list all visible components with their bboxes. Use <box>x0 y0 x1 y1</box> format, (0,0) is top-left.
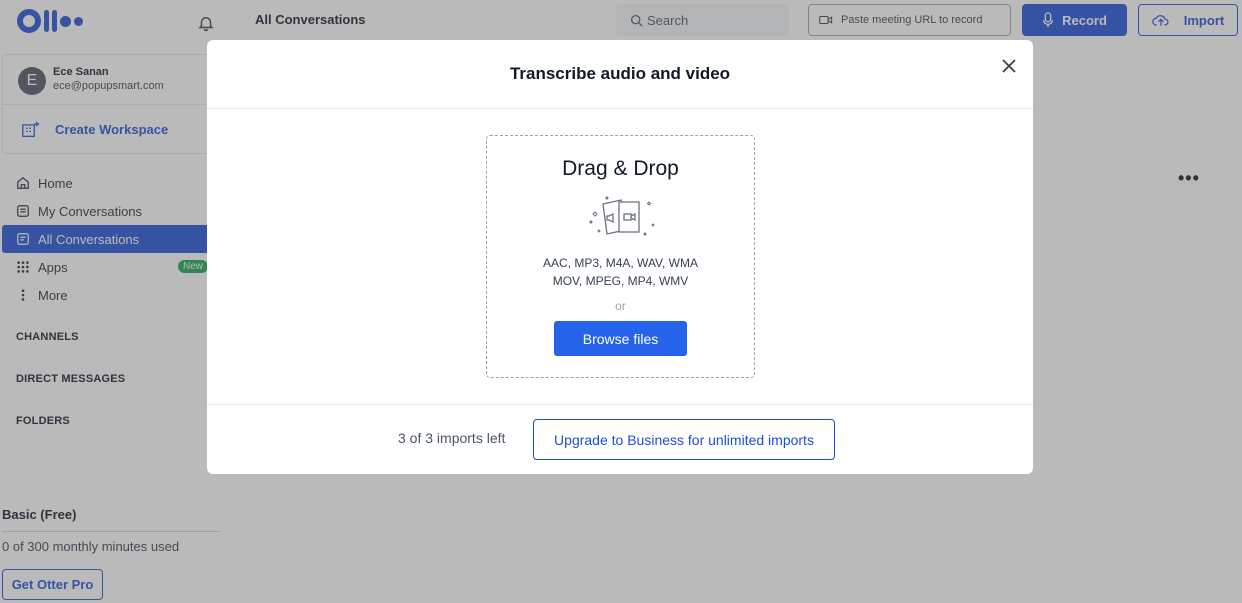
divider <box>207 108 1033 109</box>
upgrade-business-button[interactable]: Upgrade to Business for unlimited import… <box>533 419 835 460</box>
audio-formats: AAC, MP3, M4A, WAV, WMA <box>543 256 698 270</box>
transcribe-modal: Transcribe audio and video Drag & Drop A… <box>207 40 1033 474</box>
dropzone-title: Drag & Drop <box>562 157 679 180</box>
file-dropzone[interactable]: Drag & Drop AAC, MP3, M4A, WAV, WMA MOV,… <box>486 135 755 378</box>
imports-remaining: 3 of 3 imports left <box>398 430 506 446</box>
media-files-icon <box>589 196 655 236</box>
video-formats: MOV, MPEG, MP4, WMV <box>552 274 689 288</box>
browse-files-button[interactable]: Browse files <box>554 321 687 356</box>
close-icon[interactable] <box>1001 58 1017 74</box>
or-separator: or <box>615 299 626 313</box>
modal-title: Transcribe audio and video <box>509 64 731 83</box>
divider <box>207 404 1033 405</box>
